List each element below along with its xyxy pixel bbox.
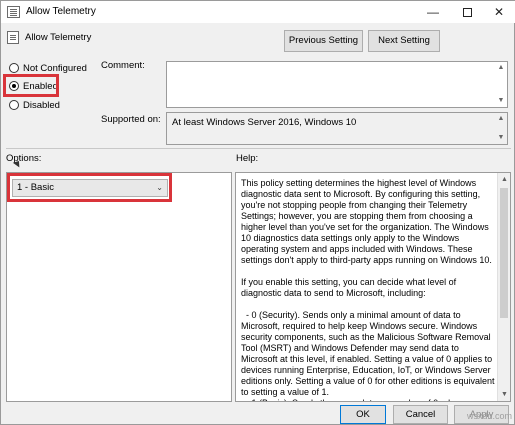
- radio-label: Disabled: [23, 99, 60, 111]
- options-panel: [6, 172, 232, 402]
- comment-label: Comment:: [101, 60, 145, 71]
- scroll-up-icon[interactable]: ▲: [497, 115, 505, 123]
- maximize-icon: [462, 8, 472, 18]
- policy-icon: [7, 6, 20, 18]
- radio-circle: [9, 100, 19, 110]
- next-setting-button[interactable]: Next Setting: [368, 30, 440, 52]
- scroll-down-icon[interactable]: ▼: [497, 134, 505, 142]
- help-label: Help:: [236, 153, 259, 164]
- radio-not-configured[interactable]: Not Configured: [9, 61, 87, 75]
- supported-on-label: Supported on:: [101, 114, 161, 125]
- comment-textarea[interactable]: ▲ ▼: [166, 61, 508, 108]
- watermark: wsxdn.com: [467, 411, 513, 421]
- maximize-button[interactable]: [451, 1, 483, 23]
- radio-circle: [9, 63, 19, 73]
- scroll-up-icon[interactable]: ▲: [497, 64, 505, 72]
- minimize-button[interactable]: —: [417, 1, 449, 23]
- help-text: This policy setting determines the highe…: [241, 178, 495, 401]
- options-label: Options:: [6, 153, 42, 164]
- policy-dialog: Allow Telemetry — ✕ Allow Telemetry Prev…: [0, 0, 515, 425]
- title-bar: Allow Telemetry — ✕: [1, 1, 515, 23]
- setting-icon: [7, 31, 19, 44]
- cancel-button[interactable]: Cancel: [393, 405, 448, 424]
- supported-on-field: At least Windows Server 2016, Windows 10…: [166, 112, 508, 145]
- scroll-down-icon[interactable]: ▼: [497, 97, 505, 105]
- window-title: Allow Telemetry: [26, 6, 96, 17]
- scroll-thumb[interactable]: [500, 188, 508, 318]
- supported-on-value: At least Windows Server 2016, Windows 10: [172, 117, 357, 128]
- scroll-up-icon[interactable]: ▲: [498, 173, 510, 186]
- select-highlight-box: [7, 173, 172, 202]
- close-button[interactable]: ✕: [483, 1, 515, 23]
- previous-setting-button[interactable]: Previous Setting: [284, 30, 363, 52]
- radio-disabled[interactable]: Disabled: [9, 98, 60, 112]
- section-divider: [6, 148, 511, 149]
- radio-label: Not Configured: [23, 62, 87, 74]
- scroll-down-icon[interactable]: ▼: [498, 388, 510, 401]
- help-scrollbar[interactable]: ▲ ▼: [497, 173, 510, 401]
- ok-button[interactable]: OK: [340, 405, 386, 424]
- setting-title: Allow Telemetry: [25, 32, 92, 43]
- help-panel: This policy setting determines the highe…: [235, 172, 511, 402]
- enabled-highlight-box: [3, 74, 59, 97]
